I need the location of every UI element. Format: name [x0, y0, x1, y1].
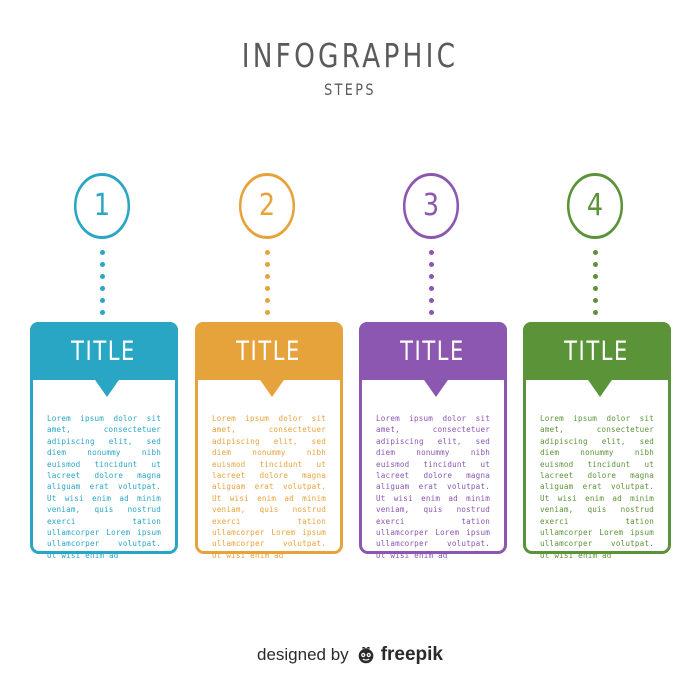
step-card-header: TITLE: [195, 322, 343, 380]
connector-dot: [593, 286, 598, 291]
header-pointer: [258, 377, 286, 397]
connector-dot: [429, 274, 434, 279]
connector-dot: [265, 310, 270, 315]
step-card: TITLE Lorem ipsum dolor sit amet, consec…: [30, 322, 178, 560]
freepik-brand-text: freepik: [380, 644, 443, 665]
step-number-circle: 2: [238, 173, 296, 239]
connector-dot: [100, 298, 105, 303]
step-description: Lorem ipsum dolor sit amet, consectetuer…: [212, 414, 326, 560]
connector-dot: [593, 298, 598, 303]
connector-dots: [429, 250, 435, 316]
step-1: 1 TITLE Lorem ipsum dolor sit amet, cons…: [30, 0, 180, 560]
step-number-circle: 4: [566, 173, 624, 239]
connector-dot: [100, 286, 105, 291]
step-title: TITLE: [564, 335, 630, 367]
connector-dot: [100, 274, 105, 279]
step-number-circle: 3: [402, 173, 460, 239]
connector-dot: [100, 262, 105, 267]
step-description: Lorem ipsum dolor sit amet, consectetuer…: [47, 414, 161, 560]
step-title: TITLE: [71, 335, 137, 367]
step-title: TITLE: [236, 335, 302, 367]
connector-dot: [593, 250, 598, 255]
connector-dot: [265, 262, 270, 267]
step-title: TITLE: [400, 335, 466, 367]
designed-by-text: designed by: [257, 645, 349, 664]
header-pointer: [422, 377, 450, 397]
connector-dot: [265, 250, 270, 255]
connector-dot: [429, 286, 434, 291]
step-number-circle: 1: [73, 173, 131, 239]
step-4: 4 TITLE Lorem ipsum dolor sit amet, cons…: [523, 0, 673, 560]
connector-dot: [593, 262, 598, 267]
connector-dot: [429, 298, 434, 303]
step-card-header: TITLE: [359, 322, 507, 380]
connector-dot: [265, 298, 270, 303]
connector-dot: [100, 250, 105, 255]
step-3: 3 TITLE Lorem ipsum dolor sit amet, cons…: [359, 0, 509, 560]
step-card: TITLE Lorem ipsum dolor sit amet, consec…: [359, 322, 507, 560]
step-card-header: TITLE: [30, 322, 178, 380]
connector-dot: [593, 310, 598, 315]
step-description: Lorem ipsum dolor sit amet, consectetuer…: [376, 414, 490, 560]
connector-dot: [429, 310, 434, 315]
step-description: Lorem ipsum dolor sit amet, consectetuer…: [540, 414, 654, 560]
connector-dot: [100, 310, 105, 315]
footer-credit: designed by freepik: [0, 644, 700, 666]
header-pointer: [93, 377, 121, 397]
step-card: TITLE Lorem ipsum dolor sit amet, consec…: [195, 322, 343, 560]
step-card-header: TITLE: [523, 322, 671, 380]
connector-dot: [429, 262, 434, 267]
connector-dot: [265, 274, 270, 279]
connector-dot: [265, 286, 270, 291]
connector-dot: [593, 274, 598, 279]
connector-dots: [265, 250, 271, 316]
connector-dots: [100, 250, 106, 316]
freepik-logo-icon: [358, 646, 374, 664]
connector-dots: [593, 250, 599, 316]
step-2: 2 TITLE Lorem ipsum dolor sit amet, cons…: [195, 0, 345, 560]
header-pointer: [586, 377, 614, 397]
step-card: TITLE Lorem ipsum dolor sit amet, consec…: [523, 322, 671, 560]
connector-dot: [429, 250, 434, 255]
